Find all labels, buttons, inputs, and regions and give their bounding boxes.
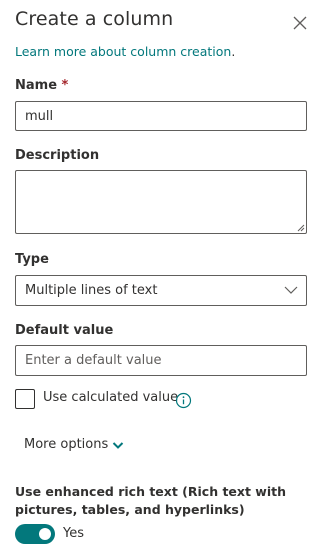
description-label: Description [15, 148, 100, 163]
close-icon [293, 16, 307, 30]
learn-more-row: Learn more about column creation. [15, 44, 235, 59]
rich-text-toggle-state: Yes [63, 526, 84, 541]
type-dropdown[interactable]: Multiple lines of text [15, 275, 307, 306]
close-button[interactable] [289, 12, 311, 34]
resize-handle-icon[interactable] [296, 223, 305, 232]
description-textarea[interactable] [15, 170, 307, 234]
create-column-panel: Create a column Learn more about column … [0, 0, 317, 551]
name-label: Name * [15, 78, 68, 93]
rich-text-label: Use enhanced rich text (Rich text with p… [15, 484, 287, 517]
learn-more-period: . [231, 44, 236, 59]
default-value-input[interactable]: Enter a default value [15, 345, 307, 376]
name-input-value: mull [25, 109, 54, 124]
calculated-value-label[interactable]: Use calculated value [43, 390, 178, 405]
default-value-placeholder: Enter a default value [25, 353, 162, 368]
learn-more-link[interactable]: Learn more about column creation [15, 44, 231, 59]
calculated-value-checkbox[interactable] [15, 389, 35, 409]
type-label: Type [15, 252, 49, 267]
chevron-down-icon[interactable] [112, 441, 124, 450]
info-icon[interactable] [175, 392, 192, 409]
required-marker: * [61, 78, 69, 93]
panel-title: Create a column [15, 8, 174, 30]
rich-text-toggle[interactable] [15, 524, 55, 544]
name-label-text: Name [15, 78, 58, 93]
type-dropdown-value: Multiple lines of text [25, 283, 158, 298]
toggle-knob [39, 528, 51, 540]
name-input[interactable]: mull [15, 101, 307, 131]
chevron-down-icon [284, 286, 298, 294]
default-value-label: Default value [15, 323, 114, 338]
more-options-button[interactable]: More options [24, 437, 108, 452]
